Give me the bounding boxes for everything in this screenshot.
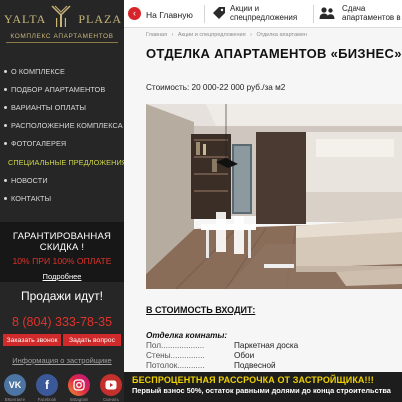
logo[interactable]: YALTA PLAZA КОМПЛЕКС АПАРТАМЕНТОВ	[0, 0, 124, 46]
nav-item-payment-options[interactable]: ВАРИАНТЫ ОПЛАТЫ	[0, 98, 124, 116]
discount-more-link[interactable]: Подробнее	[43, 272, 82, 281]
contact-buttons: Заказать звонок Задать вопрос	[3, 334, 121, 346]
interior-photo	[146, 104, 402, 289]
vk-icon[interactable]: VK	[4, 374, 26, 396]
nav-label: СПЕЦИАЛЬНЫЕ ПРЕДЛОЖЕНИЯ	[8, 157, 124, 167]
sidebar: YALTA PLAZA КОМПЛЕКС АПАРТАМЕНТОВ О КОМП…	[0, 0, 124, 402]
spec-value: Обои	[234, 351, 255, 360]
room-finish-heading: Отделка комнаты:	[146, 331, 228, 340]
nav-item-contacts[interactable]: КОНТАКТЫ	[0, 189, 124, 207]
bullet-icon	[4, 105, 7, 109]
facebook-icon[interactable]: f	[36, 374, 58, 396]
spec-row-walls: Стены................................ Об…	[146, 351, 254, 360]
bullet-icon	[4, 87, 7, 91]
social-label: Facebook	[37, 397, 57, 402]
price-tag-icon	[213, 7, 225, 19]
spec-row-ceiling: Потолок................................ …	[146, 361, 276, 370]
nav-label: КОНТАКТЫ	[11, 193, 52, 203]
discount-title-line2: СКИДКА !	[39, 242, 85, 253]
nav-item-location[interactable]: РАСПОЛОЖЕНИЕ КОМПЛЕКСА	[0, 117, 124, 135]
spec-name: Пол................................	[146, 341, 204, 350]
bullet-icon	[4, 69, 7, 73]
breadcrumb-separator: ›	[250, 32, 252, 38]
page-title: ОТДЕЛКА АПАРТАМЕНТОВ «БИЗНЕС»	[146, 46, 402, 61]
social-links: VK f	[4, 374, 122, 396]
nav-label: О КОМПЛЕКСЕ	[11, 66, 65, 76]
social-label: Скачать	[103, 397, 119, 402]
users-icon	[319, 7, 335, 19]
nav-label: ПОДБОР АПАРТАМЕНТОВ	[11, 84, 106, 94]
banner-title: БЕСПРОЦЕНТНАЯ РАССРОЧКА ОТ ЗАСТРОЙЩИКА!!…	[132, 375, 374, 385]
nav-item-special-offers[interactable]: СПЕЦИАЛЬНЫЕ ПРЕДЛОЖЕНИЯ	[0, 153, 124, 171]
promotions-link[interactable]: Акции и спецпредложения	[230, 4, 297, 22]
youtube-icon[interactable]	[100, 374, 122, 396]
top-bar: ‹ На Главную Акции и спецпредложения Сда…	[124, 0, 402, 28]
bullet-icon	[4, 178, 7, 182]
request-call-button[interactable]: Заказать звонок	[3, 334, 61, 346]
rent-line1: Сдача	[342, 4, 366, 13]
banner-text: Первый взнос 50%, остаток равными долями…	[132, 386, 391, 395]
price-text: Стоимость: 20 000-22 000 руб./за м2	[146, 83, 286, 92]
nav-label: ФОТОГАЛЕРЕЯ	[11, 139, 67, 149]
logo-divider	[6, 42, 118, 43]
main-content: ‹ На Главную Акции и спецпредложения Сда…	[124, 0, 402, 402]
developer-info-link[interactable]: Информация о застройщике	[0, 356, 124, 365]
spec-value: Подвесной	[234, 361, 276, 370]
social-label: Instagram	[69, 397, 89, 402]
spec-row-floor: Пол................................ Парк…	[146, 341, 298, 350]
breadcrumb-current: Отделка апартамен	[256, 32, 307, 38]
promotions-line2: спецпредложения	[230, 13, 298, 22]
breadcrumb: Главная › Акции и спецпредложения › Отде…	[146, 32, 310, 38]
ask-question-button[interactable]: Задать вопрос	[63, 334, 121, 346]
breadcrumb-separator: ›	[171, 32, 174, 38]
includes-heading: В СТОИМОСТЬ ВХОДИТ:	[146, 305, 256, 315]
back-arrow-icon[interactable]: ‹	[128, 7, 141, 20]
spec-name: Потолок................................	[146, 361, 204, 370]
sales-status: Продажи идут!	[21, 289, 103, 303]
home-link[interactable]: На Главную	[146, 10, 193, 20]
phone-number[interactable]: 8 (804) 333-78-35	[0, 315, 124, 329]
interior-illustration	[146, 104, 402, 289]
breadcrumb-home[interactable]: Главная	[146, 32, 167, 38]
nav-label: ВАРИАНТЫ ОПЛАТЫ	[11, 102, 87, 112]
bullet-icon	[4, 142, 7, 146]
discount-promo: ГАРАНТИРОВАННАЯ СКИДКА ! 10% ПРИ 100% ОП…	[0, 222, 124, 282]
instagram-icon[interactable]	[68, 374, 90, 396]
instagram-glyph	[73, 379, 85, 391]
logo-word-right: PLAZA	[78, 12, 122, 26]
rent-line2: апартаментов в	[342, 13, 401, 22]
nav-label: РАСПОЛОЖЕНИЕ КОМПЛЕКСА	[11, 121, 123, 131]
discount-title-line1: ГАРАНТИРОВАННАЯ	[12, 231, 112, 242]
nav-item-apartment-search[interactable]: ПОДБОР АПАРТАМЕНТОВ	[0, 80, 124, 98]
nav-item-gallery[interactable]: ФОТОГАЛЕРЕЯ	[0, 135, 124, 153]
discount-offer: 10% ПРИ 100% ОПЛАТЕ	[12, 256, 112, 266]
logo-subtitle: КОМПЛЕКС АПАРТАМЕНТОВ	[10, 33, 114, 40]
social-label: ВКонтакте	[4, 397, 26, 402]
nav-item-about[interactable]: О КОМПЛЕКСЕ	[0, 62, 124, 80]
promotions-line1: Акции и	[230, 4, 260, 13]
social-labels: ВКонтакте Facebook Instagram Скачать	[4, 397, 122, 402]
logo-emblem-icon	[51, 5, 71, 27]
breadcrumb-promotions[interactable]: Акции и спецпредложения	[178, 32, 246, 38]
main-nav: О КОМПЛЕКСЕ ПОДБОР АПАРТАМЕНТОВ ВАРИАНТЫ…	[0, 62, 124, 208]
divider	[204, 5, 205, 23]
nav-label: НОВОСТИ	[11, 175, 48, 185]
play-glyph	[105, 380, 117, 390]
bullet-icon	[4, 124, 7, 128]
divider	[313, 5, 314, 23]
bullet-icon	[4, 196, 7, 200]
spec-value: Паркетная доска	[234, 341, 299, 350]
logo-word-left: YALTA	[4, 12, 47, 26]
installment-banner[interactable]: БЕСПРОЦЕНТНАЯ РАССРОЧКА ОТ ЗАСТРОЙЩИКА!!…	[124, 372, 402, 402]
nav-item-news[interactable]: НОВОСТИ	[0, 171, 124, 189]
rent-apartments-link[interactable]: Сдача апартаментов в	[342, 4, 401, 22]
spec-name: Стены................................	[146, 351, 204, 360]
